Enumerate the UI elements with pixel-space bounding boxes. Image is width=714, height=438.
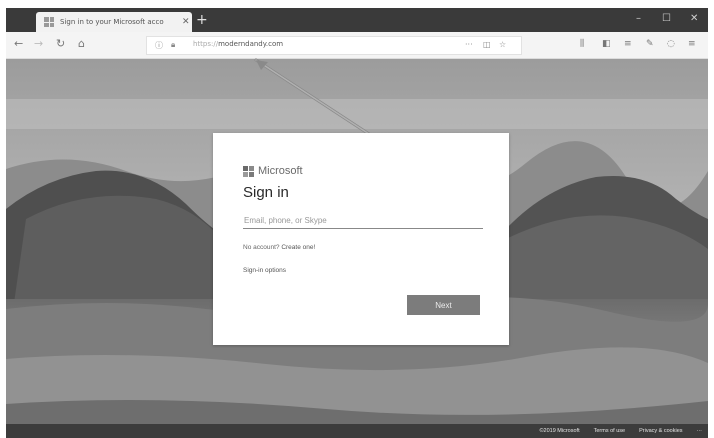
signin-card: Microsoft Sign in No account? Create one…: [213, 133, 509, 345]
library-icon[interactable]: ⫼: [580, 37, 584, 51]
account-icon[interactable]: ◌: [667, 37, 675, 51]
address-bar[interactable]: ⓘ 🔒︎ https://moderndandy.com ··· ◫ ☆: [146, 36, 522, 55]
refresh-icon[interactable]: ↻: [56, 37, 65, 51]
new-tab-button[interactable]: +: [196, 11, 208, 29]
next-button[interactable]: Next: [407, 295, 480, 315]
sidebar-icon[interactable]: ◧: [602, 37, 611, 51]
tab-close-icon[interactable]: ✕: [182, 17, 190, 27]
privacy-link[interactable]: Privacy & cookies: [639, 428, 682, 434]
tab-strip: Sign in to your Microsoft acco ✕ + – ☐ ✕: [6, 8, 708, 32]
microsoft-logo-icon: [243, 165, 254, 177]
close-window-button[interactable]: ✕: [690, 12, 698, 26]
copyright-text: ©2019 Microsoft: [539, 428, 580, 434]
navigation-bar: ← → ↻ ⌂ ⓘ 🔒︎ https://moderndandy.com ···…: [6, 32, 708, 59]
back-arrow-icon[interactable]: ←: [14, 37, 23, 51]
bookmark-star-icon[interactable]: ☆: [499, 40, 506, 49]
tab-title: Sign in to your Microsoft acco: [60, 18, 164, 26]
url-host: moderndandy.com: [218, 40, 284, 48]
reader-icon[interactable]: ≡: [624, 37, 632, 51]
signin-heading: Sign in: [243, 184, 289, 201]
no-account-line: No account? Create one!: [243, 244, 315, 251]
create-account-link[interactable]: Create one!: [281, 244, 315, 251]
url-prefix: https://: [193, 40, 219, 48]
signin-options-link[interactable]: Sign-in options: [243, 267, 286, 274]
maximize-button[interactable]: ☐: [662, 12, 671, 26]
url-text: https://moderndandy.com: [193, 40, 283, 48]
extension-icon[interactable]: ✎: [646, 37, 654, 51]
page-info-icon[interactable]: ⓘ: [155, 40, 163, 51]
footer-more-icon[interactable]: ···: [697, 428, 703, 434]
microsoft-favicon-icon: [44, 17, 54, 27]
lock-icon: 🔒︎: [171, 40, 176, 49]
email-field[interactable]: [243, 212, 483, 229]
terms-link[interactable]: Terms of use: [594, 428, 625, 434]
pocket-icon[interactable]: ◫: [483, 40, 491, 49]
tab-signin[interactable]: Sign in to your Microsoft acco ✕: [36, 12, 192, 32]
forward-arrow-icon[interactable]: →: [34, 37, 43, 51]
home-icon[interactable]: ⌂: [78, 37, 85, 51]
minimize-button[interactable]: –: [636, 12, 641, 26]
page-footer: ©2019 Microsoft Terms of use Privacy & c…: [6, 424, 708, 438]
browser-window: Sign in to your Microsoft acco ✕ + – ☐ ✕…: [6, 8, 708, 438]
brand-name: Microsoft: [258, 165, 303, 177]
no-account-text: No account?: [243, 244, 280, 251]
page-actions-icon[interactable]: ···: [465, 40, 473, 49]
menu-icon[interactable]: ≡: [688, 37, 696, 51]
microsoft-logo: Microsoft: [243, 165, 303, 177]
